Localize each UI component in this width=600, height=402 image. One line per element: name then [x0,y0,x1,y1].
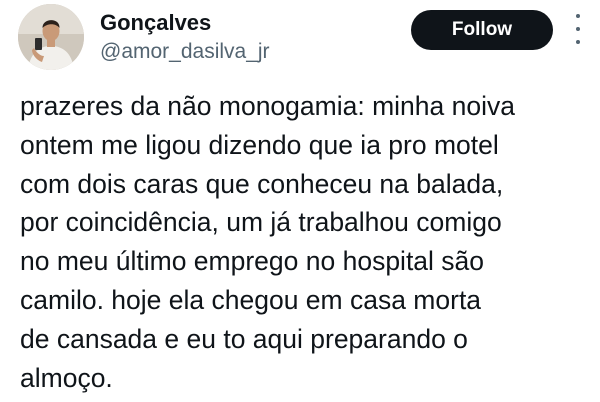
tweet-card: Gonçalves @amor_dasilva_jr Follow prazer… [0,0,600,402]
follow-button[interactable]: Follow [411,10,553,50]
tweet-text-line: ontem me ligou dizendo que ia pro motel [20,129,499,160]
author-handle[interactable]: @amor_dasilva_jr [100,40,270,64]
tweet-text-line: por coincidência, um já trabalhou comigo [20,207,502,238]
avatar-photo [18,4,84,70]
more-vertical-icon[interactable] [570,14,586,44]
tweet-text-line: camilo. hoje ela chegou em casa morta [20,284,482,315]
tweet-text-line: com dois caras que conheceu na balada, [20,168,504,199]
tweet-text: prazeres da não monogamia: minha noiva o… [20,87,592,397]
tweet-text-line: no meu último emprego no hospital são [20,246,485,277]
tweet-text-line: de cansada e eu to aqui preparando o [20,323,468,354]
tweet-text-line: prazeres da não monogamia: minha noiva [20,91,515,121]
author-display-name[interactable]: Gonçalves [100,10,211,36]
tweet-text-line: almoço. [20,362,113,393]
dot [576,14,580,18]
avatar[interactable] [18,4,84,70]
dot [576,27,580,31]
dot [576,40,580,44]
